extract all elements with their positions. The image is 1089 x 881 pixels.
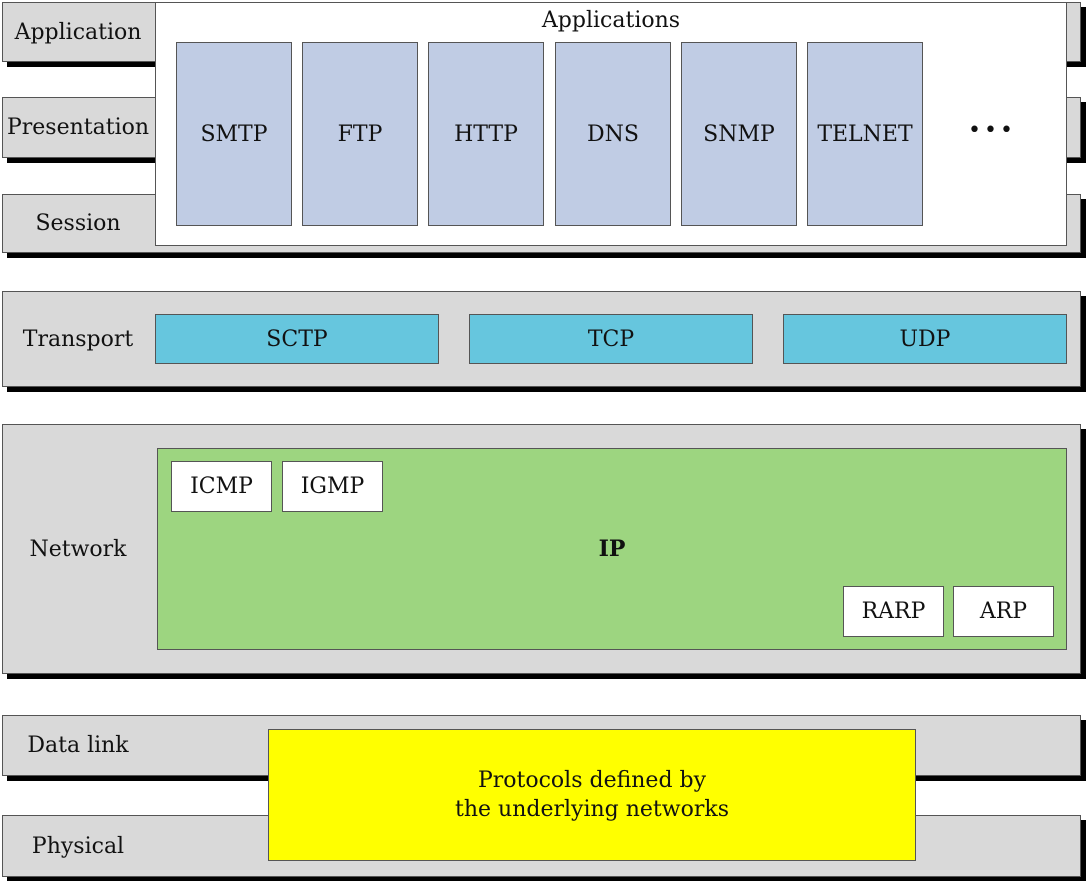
more-ellipsis: ••• bbox=[968, 118, 1016, 143]
app-protocol-ftp: FTP bbox=[302, 42, 418, 226]
network-layer-label: Network bbox=[29, 536, 127, 562]
ip-label: IP bbox=[598, 536, 626, 562]
session-layer-label: Session bbox=[35, 211, 121, 236]
presentation-layer-label: Presentation bbox=[6, 115, 150, 140]
network-protocol-icmp: ICMP bbox=[171, 461, 272, 512]
app-protocol-smtp: SMTP bbox=[176, 42, 292, 226]
transport-protocol-sctp: SCTP bbox=[155, 314, 439, 364]
data-link-layer-label: Data link bbox=[27, 733, 129, 758]
underlying-networks-box: Protocols defined by the underlying netw… bbox=[268, 729, 916, 861]
transport-protocol-udp: UDP bbox=[783, 314, 1067, 364]
network-protocol-rarp: RARP bbox=[843, 586, 944, 637]
app-protocol-snmp: SNMP bbox=[681, 42, 797, 226]
app-protocol-dns: DNS bbox=[555, 42, 671, 226]
underlying-line-1: Protocols defined by bbox=[477, 768, 707, 793]
app-protocol-http: HTTP bbox=[428, 42, 544, 226]
application-layer-label: Application bbox=[14, 19, 142, 45]
transport-protocol-tcp: TCP bbox=[469, 314, 753, 364]
app-protocol-telnet: TELNET bbox=[807, 42, 923, 226]
transport-layer-label: Transport bbox=[22, 326, 134, 352]
network-protocol-igmp: IGMP bbox=[282, 461, 383, 512]
applications-title: Applications bbox=[541, 8, 681, 33]
physical-layer-label: Physical bbox=[31, 833, 125, 859]
network-protocol-arp: ARP bbox=[953, 586, 1054, 637]
underlying-line-2: the underlying networks bbox=[455, 797, 729, 822]
